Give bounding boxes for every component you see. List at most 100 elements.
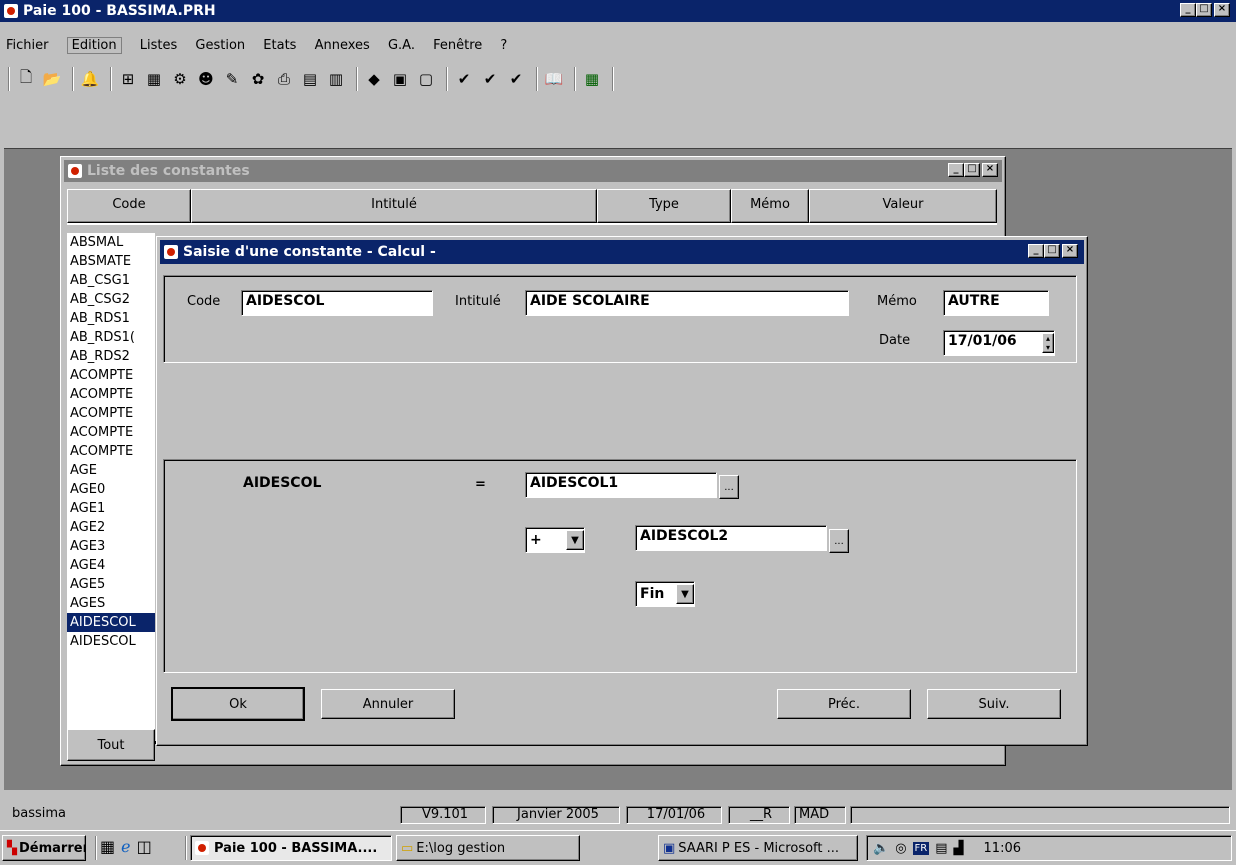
list-minimize-button[interactable]: _ xyxy=(948,163,964,177)
tools-icon[interactable]: ✎ xyxy=(221,68,243,90)
minimize-button[interactable]: _ xyxy=(1180,3,1196,17)
chevron-down-icon[interactable]: ▼ xyxy=(566,530,584,550)
list-item[interactable]: AGE2 xyxy=(67,518,155,537)
list-item[interactable]: AIDESCOL xyxy=(67,613,155,632)
tree-icon[interactable]: ⊞ xyxy=(117,68,139,90)
calculator-icon[interactable]: ▦ xyxy=(581,68,603,90)
list-item[interactable]: ACOMPTE xyxy=(67,366,155,385)
cancel-button[interactable]: Annuler xyxy=(321,689,455,719)
next-button[interactable]: Suiv. xyxy=(927,689,1061,719)
end-select[interactable]: Fin ▼ xyxy=(635,581,695,607)
chevron-down-icon[interactable]: ▼ xyxy=(676,584,694,604)
constant-dialog: Saisie d'une constante - Calcul - _ □ × … xyxy=(156,236,1088,746)
col-type[interactable]: Type xyxy=(597,189,731,223)
list-item[interactable]: AGE0 xyxy=(67,480,155,499)
maximize-button[interactable]: □ xyxy=(1196,3,1212,17)
list-item[interactable]: AGE3 xyxy=(67,537,155,556)
date-field[interactable]: 17/01/06 ▴ ▾ xyxy=(943,330,1055,356)
channels-icon[interactable]: ◫ xyxy=(137,837,152,856)
book-icon[interactable]: ▤ xyxy=(299,68,321,90)
ok-button[interactable]: Ok xyxy=(171,687,305,721)
desktop-icon[interactable]: ▦ xyxy=(100,837,115,856)
list-item[interactable]: ACOMPTE xyxy=(67,404,155,423)
clipboard-icon[interactable]: ▥ xyxy=(325,68,347,90)
intitule-field[interactable]: AIDE SCOLAIRE xyxy=(525,290,849,316)
monitor-icon[interactable]: ▤ xyxy=(935,841,947,856)
list-item[interactable]: AGE4 xyxy=(67,556,155,575)
check2-icon[interactable]: ▢ xyxy=(415,68,437,90)
list-item[interactable]: AB_CSG2 xyxy=(67,290,155,309)
operand2-field[interactable]: AIDESCOL2 xyxy=(635,525,827,551)
list-item[interactable]: AGE xyxy=(67,461,155,480)
language-indicator[interactable]: FR xyxy=(912,841,930,855)
dialog-maximize-button[interactable]: □ xyxy=(1044,244,1060,258)
menu-fenetre[interactable]: Fenêtre xyxy=(433,38,482,53)
list-item[interactable]: ACOMPTE xyxy=(67,385,155,404)
task-word[interactable]: ▣ SAARI P ES - Microsoft ... xyxy=(658,835,858,861)
calendar-icon[interactable]: ▦ xyxy=(143,68,165,90)
menu-help[interactable]: ? xyxy=(500,38,507,53)
task-folder[interactable]: ▭ E:\log gestion xyxy=(396,835,580,861)
list-close-button[interactable]: × xyxy=(982,163,998,177)
date-spinner[interactable]: ▴ ▾ xyxy=(1042,333,1054,353)
col-code[interactable]: Code xyxy=(67,189,191,223)
dialog-close-button[interactable]: × xyxy=(1062,244,1078,258)
task-paie[interactable]: Paie 100 - BASSIMA.... xyxy=(190,835,392,861)
check4-icon[interactable]: ✔ xyxy=(479,68,501,90)
open-folder-icon[interactable]: 📂 xyxy=(41,68,63,90)
bell-icon[interactable]: 🔔 xyxy=(79,68,101,90)
print-icon[interactable]: ⎙ xyxy=(273,68,295,90)
close-button[interactable]: × xyxy=(1214,3,1230,17)
list-item[interactable]: AIDESCOL xyxy=(67,632,155,651)
list-maximize-button[interactable]: □ xyxy=(964,163,980,177)
dialog-icon xyxy=(164,245,178,259)
list-item[interactable]: ABSMAL xyxy=(67,233,155,252)
list-item[interactable]: ACOMPTE xyxy=(67,423,155,442)
list-item[interactable]: AGE5 xyxy=(67,575,155,594)
dialog-minimize-button[interactable]: _ xyxy=(1028,244,1044,258)
menu-edition[interactable]: Edition xyxy=(66,37,122,54)
open-book-icon[interactable]: 📖 xyxy=(543,68,565,90)
menu-annexes[interactable]: Annexes xyxy=(315,38,370,53)
col-memo[interactable]: Mémo xyxy=(731,189,809,223)
check5-icon[interactable]: ✔ xyxy=(505,68,527,90)
people-icon[interactable]: ☻ xyxy=(195,68,217,90)
operand2-browse-button[interactable]: ... xyxy=(829,529,849,553)
list-item[interactable]: AB_RDS1 xyxy=(67,309,155,328)
list-icon[interactable]: ◆ xyxy=(363,68,385,90)
list-item[interactable]: ABSMATE xyxy=(67,252,155,271)
check-icon[interactable]: ▣ xyxy=(389,68,411,90)
menu-etats[interactable]: Etats xyxy=(263,38,296,53)
list-item[interactable]: AB_RDS2 xyxy=(67,347,155,366)
list-item[interactable]: AB_RDS1( xyxy=(67,328,155,347)
browser-icon[interactable]: ℯ xyxy=(121,837,130,856)
menu-fichier[interactable]: Fichier xyxy=(6,38,49,53)
code-field[interactable]: AIDESCOL xyxy=(241,290,433,316)
gear-icon[interactable]: ⚙ xyxy=(169,68,191,90)
check3-icon[interactable]: ✔ xyxy=(453,68,475,90)
code-list[interactable]: ABSMAL ABSMATE AB_CSG1 AB_CSG2 AB_RDS1 AB_RDS… xyxy=(67,233,155,737)
prev-button[interactable]: Préc. xyxy=(777,689,911,719)
list-item[interactable]: AGE1 xyxy=(67,499,155,518)
menu-listes[interactable]: Listes xyxy=(140,38,178,53)
col-intitule[interactable]: Intitulé xyxy=(191,189,597,223)
menu-ga[interactable]: G.A. xyxy=(388,38,415,53)
tout-button[interactable]: Tout xyxy=(67,729,155,761)
status-user: bassima xyxy=(12,806,67,821)
memo-field[interactable]: AUTRE xyxy=(943,290,1049,316)
list-item[interactable]: AGES xyxy=(67,594,155,613)
network-icon[interactable]: ◎ xyxy=(895,841,906,856)
menu-gestion[interactable]: Gestion xyxy=(195,38,245,53)
operator-select[interactable]: + ▼ xyxy=(525,527,585,553)
task-word-label: SAARI P ES - Microsoft ... xyxy=(678,840,840,856)
operand1-field[interactable]: AIDESCOL1 xyxy=(525,472,717,498)
list-item[interactable]: ACOMPTE xyxy=(67,442,155,461)
speaker-icon[interactable]: 🔈 xyxy=(873,841,889,856)
operand1-browse-button[interactable]: ... xyxy=(719,475,739,499)
tray-app-icon[interactable]: ▟ xyxy=(954,841,964,856)
col-valeur[interactable]: Valeur xyxy=(809,189,997,223)
start-button[interactable]: ▚ Démarrer xyxy=(2,835,86,861)
new-file-icon[interactable]: 🗋 xyxy=(15,68,37,90)
chart-icon[interactable]: ✿ xyxy=(247,68,269,90)
list-item[interactable]: AB_CSG1 xyxy=(67,271,155,290)
